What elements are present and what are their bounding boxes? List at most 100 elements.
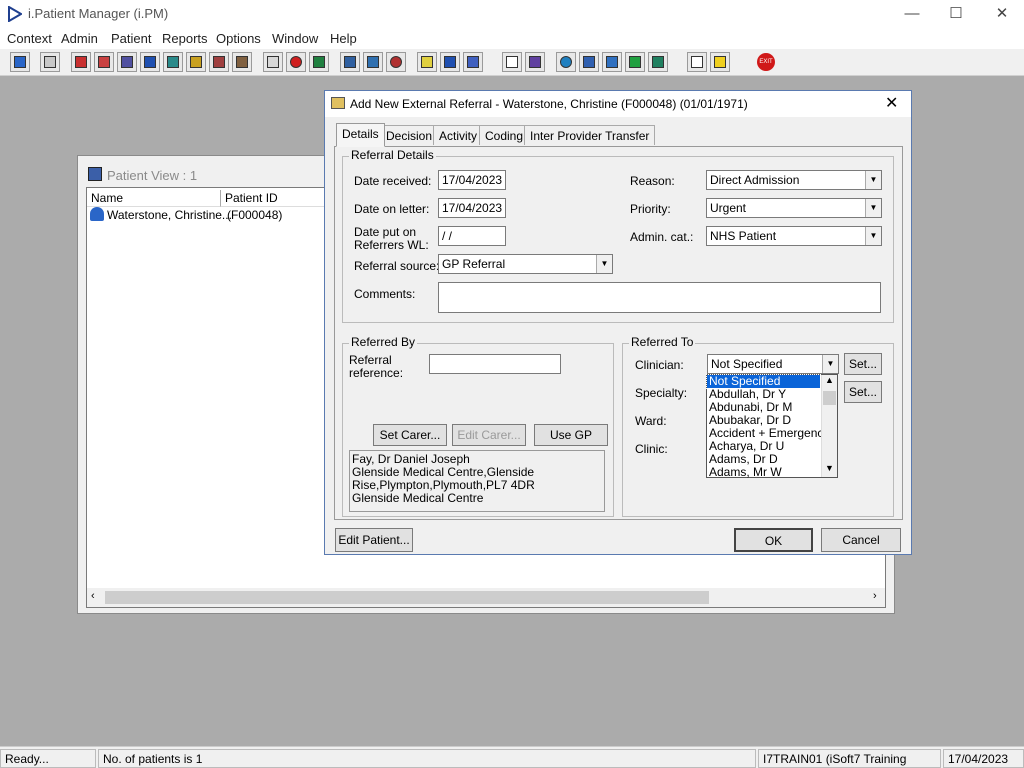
set-clinician-button[interactable]: Set... xyxy=(844,353,882,375)
book-icon[interactable] xyxy=(71,52,91,72)
bed-blue-icon[interactable] xyxy=(440,52,460,72)
chart-icon[interactable] xyxy=(340,52,360,72)
referral-reference-field[interactable] xyxy=(429,354,561,374)
globe-icon[interactable] xyxy=(556,52,576,72)
chevron-down-icon[interactable]: ▼ xyxy=(865,171,881,189)
menu-admin[interactable]: Admin xyxy=(61,31,98,46)
menu-help[interactable]: Help xyxy=(330,31,357,46)
add-referral-dialog: Add New External Referral - Waterstone, … xyxy=(324,90,912,555)
horizontal-scrollbar[interactable]: ‹ › xyxy=(87,588,885,607)
referral-source-select[interactable]: GP Referral ▼ xyxy=(438,254,613,274)
refresh-icon[interactable] xyxy=(648,52,668,72)
reason-select[interactable]: Direct Admission ▼ xyxy=(706,170,882,190)
patient-view-icon xyxy=(88,167,102,181)
tab-coding[interactable]: Coding xyxy=(479,125,530,145)
list-icon[interactable] xyxy=(363,52,383,72)
menu-reports[interactable]: Reports xyxy=(162,31,208,46)
dialog-icon xyxy=(331,97,345,109)
menu-patient[interactable]: Patient xyxy=(111,31,151,46)
edit-carer-button[interactable]: Edit Carer... xyxy=(452,424,526,446)
bar-chart-icon[interactable] xyxy=(525,52,545,72)
exit-label: EXIT xyxy=(757,53,775,71)
menu-context[interactable]: Context xyxy=(7,31,52,46)
green-arrow-icon[interactable] xyxy=(625,52,645,72)
monitor-icon[interactable] xyxy=(309,52,329,72)
menu-window[interactable]: Window xyxy=(272,31,318,46)
dialog-close-button[interactable]: ✕ xyxy=(885,93,898,113)
scroll-down-icon[interactable]: ▼ xyxy=(825,463,834,473)
gp-practice-line: Glenside Medical Centre xyxy=(352,491,484,505)
clock-icon[interactable] xyxy=(286,52,306,72)
status-date: 17/04/2023 xyxy=(943,749,1024,768)
date-received-field[interactable]: 17/04/2023 xyxy=(438,170,506,190)
set-specialty-button[interactable]: Set... xyxy=(844,381,882,403)
gp-address-box: Fay, Dr Daniel Joseph Glenside Medical C… xyxy=(349,450,605,512)
date-put-on-wl-field[interactable]: / / xyxy=(438,226,506,246)
people-icon[interactable] xyxy=(463,52,483,72)
use-gp-button[interactable]: Use GP xyxy=(534,424,608,446)
referral-source-label: Referral source: xyxy=(354,259,440,273)
compass-icon[interactable] xyxy=(386,52,406,72)
chevron-down-icon[interactable]: ▼ xyxy=(865,227,881,245)
scroll-thumb[interactable] xyxy=(105,591,709,604)
comments-field[interactable] xyxy=(438,282,881,313)
menu-options[interactable]: Options xyxy=(216,31,261,46)
tab-details[interactable]: Details xyxy=(336,123,385,147)
chevron-down-icon[interactable]: ▼ xyxy=(596,255,612,273)
toolbar: EXIT xyxy=(0,49,1024,76)
patient-icon[interactable] xyxy=(10,52,30,72)
referred-by-legend: Referred By xyxy=(349,335,418,349)
swap-icon[interactable] xyxy=(687,52,707,72)
referral-details-legend: Referral Details xyxy=(349,148,436,162)
search-icon[interactable] xyxy=(263,52,283,72)
tab-decision[interactable]: Decision xyxy=(380,125,439,145)
person-icon[interactable] xyxy=(163,52,183,72)
cancel-button[interactable]: Cancel xyxy=(821,528,901,552)
clinician-value: Not Specified xyxy=(711,357,783,371)
chevron-down-icon[interactable]: ▼ xyxy=(822,355,838,373)
app-titlebar: i.Patient Manager (i.PM) — ☐ ✕ xyxy=(0,0,1024,28)
edit-book-icon[interactable] xyxy=(94,52,114,72)
list-item[interactable]: Adams, Mr W xyxy=(707,466,837,479)
ok-button[interactable]: OK xyxy=(734,528,813,552)
document-icon[interactable] xyxy=(117,52,137,72)
ward-label: Ward: xyxy=(635,414,667,428)
clinician-select[interactable]: Not Specified ▼ xyxy=(707,354,839,374)
scroll-right-icon[interactable]: › xyxy=(873,590,877,602)
printer-icon[interactable] xyxy=(40,52,60,72)
table-row[interactable]: Waterstone, Christine... (F000048) xyxy=(87,206,327,224)
warning-icon[interactable] xyxy=(710,52,730,72)
scroll-up-icon[interactable]: ▲ xyxy=(825,375,834,385)
edit-patient-button[interactable]: Edit Patient... xyxy=(335,528,413,552)
exit-icon[interactable]: EXIT xyxy=(756,52,776,72)
page-icon[interactable] xyxy=(502,52,522,72)
scroll-left-icon[interactable]: ‹ xyxy=(91,590,95,602)
maximize-button[interactable]: ☐ xyxy=(936,4,976,24)
tab-inter-provider-transfer[interactable]: Inter Provider Transfer xyxy=(524,125,656,145)
close-button[interactable]: ✕ xyxy=(982,4,1022,24)
checklist-icon[interactable] xyxy=(579,52,599,72)
column-header-name[interactable]: Name xyxy=(87,190,221,207)
set-carer-button[interactable]: Set Carer... xyxy=(373,424,447,446)
notes-icon[interactable] xyxy=(186,52,206,72)
status-ready: Ready... xyxy=(0,749,96,768)
note-icon[interactable] xyxy=(417,52,437,72)
arrow-down-icon[interactable] xyxy=(602,52,622,72)
bed-icon[interactable] xyxy=(209,52,229,72)
m-icon[interactable] xyxy=(140,52,160,72)
dialog-titlebar[interactable]: Add New External Referral - Waterstone, … xyxy=(325,91,911,117)
priority-label: Priority: xyxy=(630,202,671,216)
transfer-icon[interactable] xyxy=(232,52,252,72)
column-header-patient-id[interactable]: Patient ID xyxy=(221,190,325,207)
dropdown-scrollbar[interactable]: ▲ ▼ xyxy=(821,375,837,477)
date-on-letter-field[interactable]: 17/04/2023 xyxy=(438,198,506,218)
chevron-down-icon[interactable]: ▼ xyxy=(865,199,881,217)
minimize-button[interactable]: — xyxy=(892,4,932,24)
tab-activity[interactable]: Activity xyxy=(433,125,484,145)
admin-cat-select[interactable]: NHS Patient ▼ xyxy=(706,226,882,246)
scroll-thumb[interactable] xyxy=(823,391,836,405)
reason-label: Reason: xyxy=(630,174,675,188)
priority-select[interactable]: Urgent ▼ xyxy=(706,198,882,218)
clinician-dropdown-list[interactable]: Not Specified Abdullah, Dr Y Abdunabi, D… xyxy=(706,374,838,479)
reason-value: Direct Admission xyxy=(710,173,800,187)
